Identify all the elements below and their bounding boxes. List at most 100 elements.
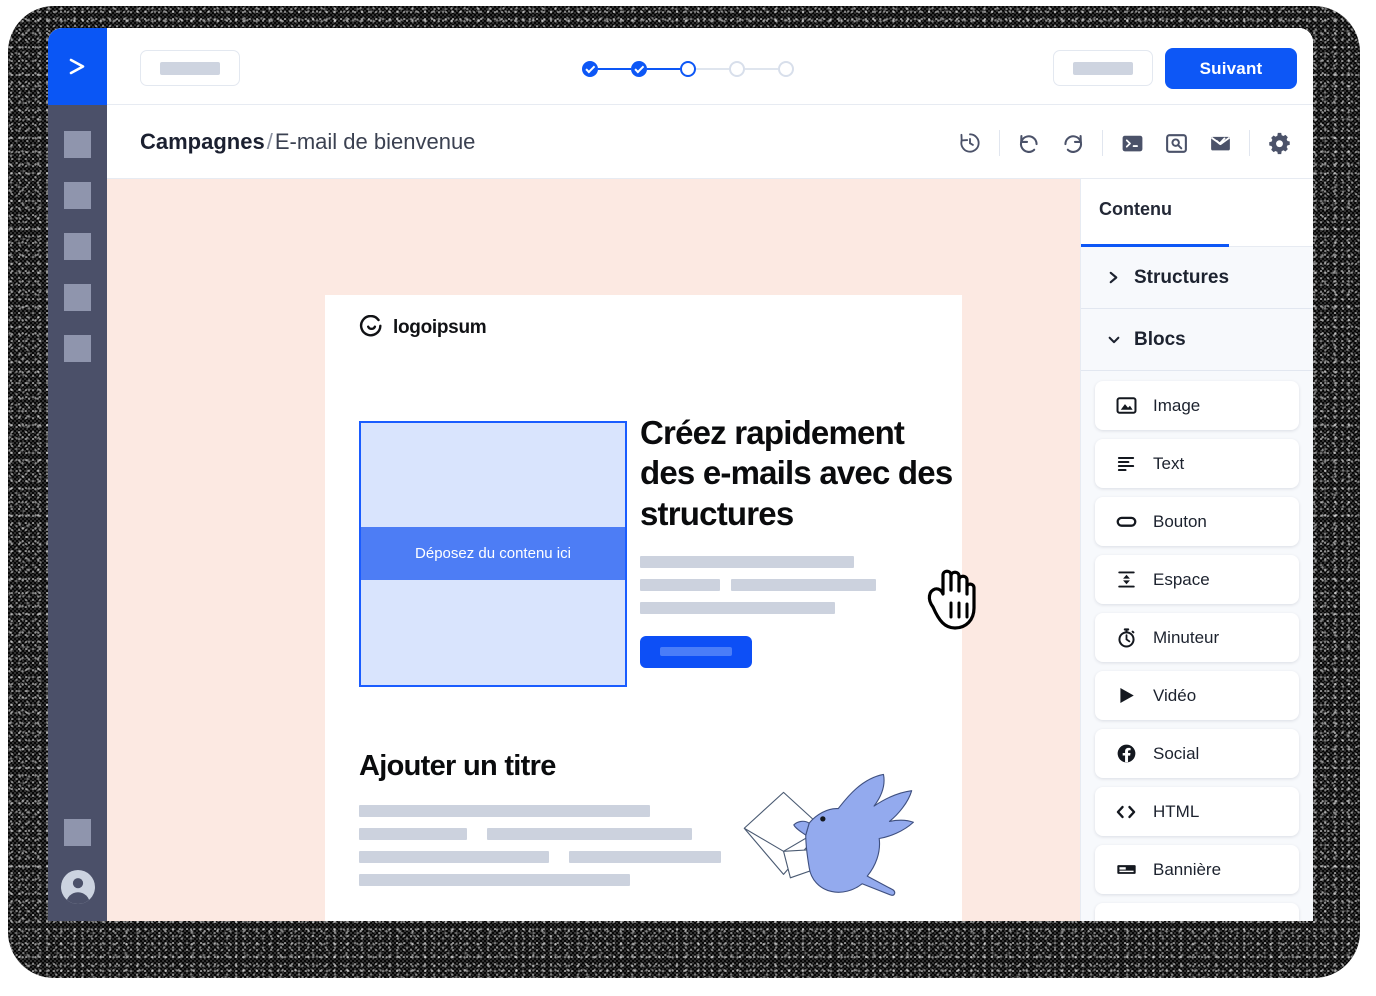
gear-icon[interactable]: [1257, 125, 1301, 161]
code-brackets-icon: [1115, 801, 1137, 823]
block-text[interactable]: Text: [1095, 439, 1299, 488]
block-video[interactable]: Vidéo: [1095, 671, 1299, 720]
step-5-todo[interactable]: [778, 61, 794, 77]
accordion-structures[interactable]: Structures: [1081, 247, 1313, 309]
envelope-check-icon[interactable]: [1198, 125, 1242, 161]
redo-icon[interactable]: [1051, 125, 1095, 161]
placeholder-bar: [359, 874, 630, 886]
app-window: Suivant Campagnes/E-mail de bienvenue lo…: [48, 28, 1313, 921]
chevron-right-logo-icon: [69, 58, 84, 74]
block-espace-label: Espace: [1153, 569, 1210, 589]
user-avatar[interactable]: [61, 870, 95, 904]
email-document: logoipsum Déposez du contenu ici Créez r…: [325, 295, 962, 921]
step-2-done[interactable]: [631, 61, 647, 77]
left-rail: [48, 105, 107, 921]
rail-item-3[interactable]: [64, 233, 91, 260]
brand-logo[interactable]: [48, 28, 107, 105]
second-block: Ajouter un titre: [359, 750, 929, 897]
email-logo: logoipsum: [359, 315, 487, 340]
block-bouton-label: Bouton: [1153, 511, 1207, 531]
drop-zone[interactable]: Déposez du contenu ici: [359, 421, 627, 687]
placeholder-bar: [1073, 61, 1133, 75]
block-social[interactable]: Social: [1095, 729, 1299, 778]
bird-envelope-illustration: [734, 766, 939, 916]
header-tools: [948, 125, 1301, 161]
placeholder-bar: [359, 805, 650, 817]
toolbar-placeholder-button-right[interactable]: [1053, 50, 1153, 86]
rail-item-6[interactable]: [64, 819, 91, 846]
image-icon: [1115, 395, 1137, 417]
tool-divider: [999, 130, 1000, 156]
progress-stepper: [582, 59, 794, 79]
placeholder-bar: [640, 578, 720, 591]
rail-item-4[interactable]: [64, 284, 91, 311]
top-bar: Suivant: [48, 28, 1313, 105]
block-minuteur[interactable]: Minuteur: [1095, 613, 1299, 662]
block-bouton[interactable]: Bouton: [1095, 497, 1299, 546]
accordion-blocs[interactable]: Blocs: [1081, 309, 1313, 371]
email-logo-text: logoipsum: [393, 316, 487, 338]
step-3-active[interactable]: [680, 61, 696, 77]
window-frame: Suivant Campagnes/E-mail de bienvenue lo…: [0, 0, 1376, 996]
step-line-2: [647, 67, 680, 71]
placeholder-bar: [660, 647, 732, 657]
accordion-blocs-label: Blocs: [1134, 328, 1186, 350]
play-triangle-icon: [1115, 685, 1137, 707]
preview-icon[interactable]: [1154, 125, 1198, 161]
chevron-down-icon: [1107, 333, 1121, 346]
timer-icon: [1115, 627, 1137, 649]
circle-arc-logo-icon: [359, 315, 382, 337]
breadcrumb-leaf: E-mail de bienvenue: [274, 129, 476, 154]
breadcrumb-root[interactable]: Campagnes: [140, 129, 265, 154]
placeholder-bar: [359, 851, 549, 863]
bar-row: [640, 578, 960, 591]
placeholder-bar: [640, 555, 854, 568]
accordion-structures-label: Structures: [1134, 266, 1230, 288]
tool-divider: [1102, 130, 1103, 156]
placeholder-bar: [359, 828, 467, 840]
block-text-label: Text: [1153, 453, 1185, 473]
breadcrumb-bar: Campagnes/E-mail de bienvenue: [48, 105, 1313, 179]
step-line-3: [696, 67, 729, 71]
placeholder-bar: [640, 601, 835, 614]
block-html-label: HTML: [1153, 801, 1200, 821]
history-icon[interactable]: [948, 125, 992, 161]
breadcrumb-separator: /: [266, 129, 273, 154]
rail-item-2[interactable]: [64, 182, 91, 209]
rail-item-1[interactable]: [64, 131, 91, 158]
toolbar-placeholder-button-left[interactable]: [140, 50, 240, 86]
text-lines-icon: [1115, 453, 1137, 475]
hero-heading[interactable]: Créez rapidement des e-mails avec des st…: [640, 413, 960, 534]
button-pill-icon: [1115, 511, 1137, 533]
tool-divider: [1249, 130, 1250, 156]
step-1-done[interactable]: [582, 61, 598, 77]
bar-row: [640, 601, 960, 614]
terminal-icon[interactable]: [1110, 125, 1154, 161]
block-image-label: Image: [1153, 395, 1201, 415]
tab-contenu[interactable]: Contenu: [1099, 199, 1172, 220]
rail-item-5[interactable]: [64, 335, 91, 362]
undo-icon[interactable]: [1007, 125, 1051, 161]
block-video-label: Vidéo: [1153, 685, 1197, 705]
next-button[interactable]: Suivant: [1165, 48, 1297, 89]
step-line-4: [745, 67, 778, 71]
block-banniere-label: Bannière: [1153, 859, 1222, 879]
panel-tab-bar: Contenu: [1081, 179, 1313, 247]
drop-zone-label: Déposez du contenu ici: [361, 527, 625, 580]
content-panel: Contenu Structures Blocs Image Text Bout…: [1080, 179, 1313, 921]
block-html[interactable]: HTML: [1095, 787, 1299, 836]
block-image[interactable]: Image: [1095, 381, 1299, 430]
chevron-right-icon: [1107, 270, 1121, 285]
block-banniere[interactable]: Bannière: [1095, 845, 1299, 894]
placeholder-bar: [731, 578, 876, 591]
hero-block: Créez rapidement des e-mails avec des st…: [640, 413, 960, 668]
tab-active-underline: [1081, 244, 1229, 247]
block-espace[interactable]: Espace: [1095, 555, 1299, 604]
email-canvas: logoipsum Déposez du contenu ici Créez r…: [107, 179, 1080, 921]
block-next-partial[interactable]: [1095, 903, 1299, 921]
placeholder-bar: [160, 61, 220, 75]
breadcrumb: Campagnes/E-mail de bienvenue: [140, 129, 475, 155]
hero-cta-button[interactable]: [640, 635, 752, 668]
step-4-todo[interactable]: [729, 61, 745, 77]
bar-row: [640, 555, 960, 568]
